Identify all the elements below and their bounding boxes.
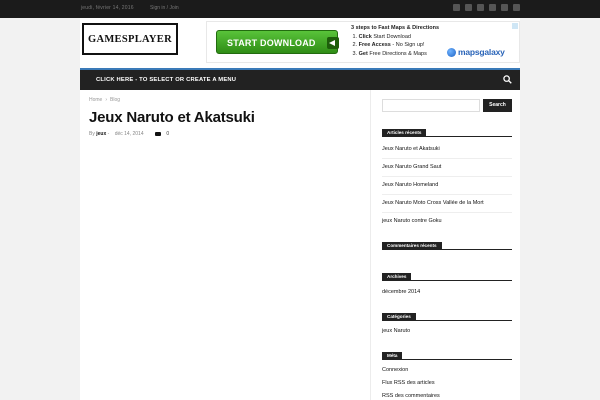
main-content: Home › Blog Jeux Naruto et Akatsuki By jeu… [80, 90, 520, 400]
archive-link[interactable]: décembre 2014 [382, 289, 420, 295]
login-link[interactable]: Sign in / Join [150, 5, 179, 11]
arrow-left-icon [327, 37, 339, 49]
content-divider [370, 90, 371, 400]
sidebar-search-button[interactable]: Search [483, 99, 512, 112]
logo-text: GAMESPLAYER [87, 33, 172, 45]
recent-article-link[interactable]: Jeux Naruto Grand Saut [382, 164, 441, 170]
facebook-icon[interactable] [453, 4, 460, 11]
comment-count[interactable]: 0 [166, 131, 169, 137]
top-bar: jeudi, février 14, 2016 Sign in / Join [0, 0, 600, 18]
meta-dash: - [107, 131, 110, 137]
globe-icon [447, 47, 456, 57]
sidebar: Search Articles récents Jeux Naruto et A… [382, 90, 514, 400]
widget-title-recent-articles: Articles récents [382, 129, 427, 137]
breadcrumb-home[interactable]: Home [89, 97, 102, 103]
widget-title-categories: Catégories [382, 313, 416, 321]
widget-title-archives: Archives [382, 273, 412, 281]
mapsgalaxy-logo: mapsgalaxy [447, 47, 505, 57]
recent-article-link[interactable]: jeux Naruto contre Goku [382, 218, 442, 224]
site-logo[interactable]: GAMESPLAYER [82, 23, 178, 55]
header-ad-banner[interactable]: START DOWNLOAD 3 steps to Fast Maps & Di… [206, 21, 520, 63]
meta-link[interactable]: RSS des commentaires [382, 393, 440, 399]
mail-icon[interactable] [513, 4, 520, 11]
list-separator [382, 158, 512, 159]
current-date: jeudi, février 14, 2016 [81, 5, 134, 11]
post-author[interactable]: jeux [96, 131, 106, 137]
search-icon[interactable] [503, 75, 512, 84]
list-separator [382, 194, 512, 195]
ad-step: 1. Click Start Download [352, 33, 411, 40]
meta-link[interactable]: Flux RSS des articles [382, 380, 435, 386]
post-title: Jeux Naruto et Akatsuki [89, 109, 255, 126]
menu-placeholder-link[interactable]: CLICK HERE - TO SELECT OR CREATE A MENU [96, 77, 236, 83]
list-separator [382, 212, 512, 213]
vk-icon[interactable] [489, 4, 496, 11]
social-icons [453, 4, 520, 11]
breadcrumb: Home › Blog [89, 97, 120, 103]
recent-article-link[interactable]: Jeux Naruto Homeland [382, 182, 438, 188]
widget-title-meta: Méta [382, 352, 403, 360]
ad-step: 3. Get Free Directions & Maps [352, 50, 427, 57]
ad-text: 3 steps to Fast Maps & Directions 1. Cli… [351, 24, 439, 58]
category-link[interactable]: jeux Naruto [382, 328, 410, 334]
site-header: GAMESPLAYER START DOWNLOAD 3 steps to Fa… [80, 18, 520, 68]
list-separator [382, 176, 512, 177]
twitter-icon[interactable] [465, 4, 472, 11]
sidebar-search-input[interactable] [382, 99, 480, 112]
vimeo-icon[interactable] [477, 4, 484, 11]
start-download-button[interactable]: START DOWNLOAD [216, 30, 339, 54]
comment-icon[interactable] [155, 131, 162, 136]
youtube-icon[interactable] [501, 4, 508, 11]
main-menu-bar: CLICK HERE - TO SELECT OR CREATE A MENU [80, 68, 520, 90]
post-date: déc 14, 2014 [114, 131, 144, 137]
mapsgalaxy-brand: mapsgalaxy [458, 47, 505, 57]
post-meta: By jeux - déc 14, 2014 0 [89, 131, 169, 137]
widget-title-recent-comments: Commentaires récents [382, 242, 442, 250]
recent-article-link[interactable]: Jeux Naruto Moto Cross Vallée de la Mort [382, 200, 484, 206]
start-download-label: START DOWNLOAD [227, 38, 316, 48]
recent-article-link[interactable]: Jeux Naruto et Akatsuki [382, 146, 440, 152]
adchoices-icon[interactable] [512, 23, 518, 29]
breadcrumb-current[interactable]: Blog [110, 97, 120, 103]
ad-step: 2. Free Access - No Sign up! [352, 42, 425, 48]
meta-by: By [89, 131, 95, 137]
breadcrumb-separator: › [105, 97, 108, 103]
meta-link[interactable]: Connexion [382, 367, 408, 373]
ad-headline: 3 steps to Fast Maps & Directions [351, 25, 440, 31]
